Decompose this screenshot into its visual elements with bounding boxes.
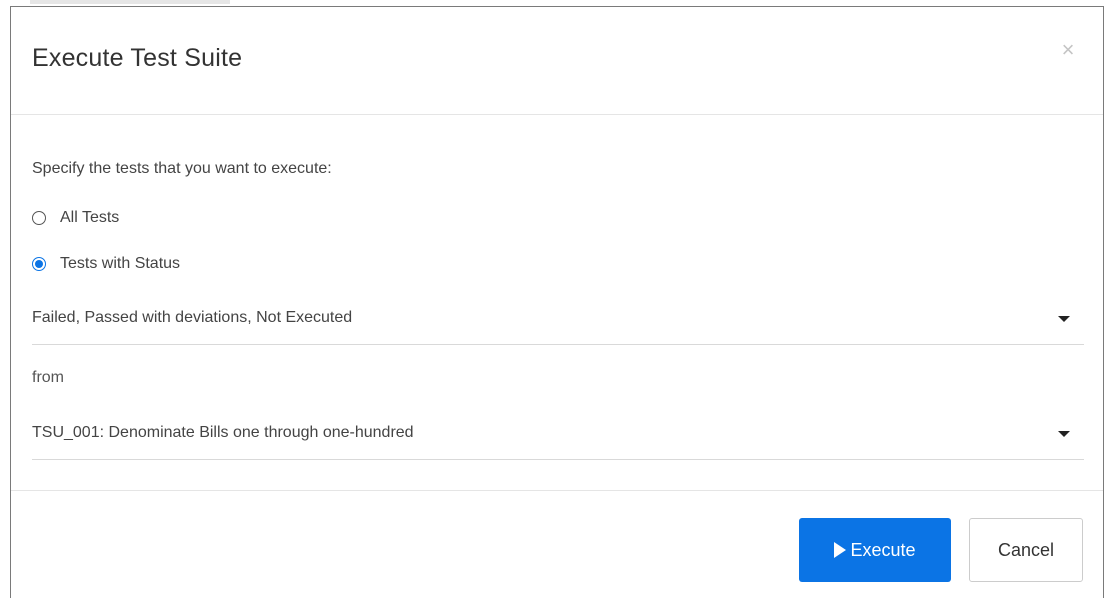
radio-tests-with-status[interactable]: Tests with Status xyxy=(32,254,180,274)
dialog-title: Execute Test Suite xyxy=(32,44,243,72)
background-tab-edge xyxy=(30,0,230,4)
execute-test-suite-dialog: Execute Test Suite × Specify the tests t… xyxy=(10,6,1104,598)
dialog-footer: Execute Cancel xyxy=(11,491,1103,598)
radio-tests-with-status-circle[interactable] xyxy=(32,257,46,271)
dialog-header: Execute Test Suite × xyxy=(11,7,1103,115)
caret-down-icon[interactable] xyxy=(1058,316,1070,322)
dialog-body: Specify the tests that you want to execu… xyxy=(11,115,1103,491)
radio-tests-with-status-label[interactable]: Tests with Status xyxy=(60,255,180,273)
status-select[interactable]: Failed, Passed with deviations, Not Exec… xyxy=(32,293,1084,345)
from-label: from xyxy=(32,369,64,386)
radio-all-tests[interactable]: All Tests xyxy=(32,208,119,228)
test-suite-select-value[interactable]: TSU_001: Denominate Bills one through on… xyxy=(32,424,414,442)
play-icon xyxy=(834,542,847,558)
test-suite-select[interactable]: TSU_001: Denominate Bills one through on… xyxy=(32,408,1084,460)
page: Execute Test Suite × Specify the tests t… xyxy=(0,0,1107,598)
radio-all-tests-circle[interactable] xyxy=(32,211,46,225)
cancel-button-label: Cancel xyxy=(997,539,1055,560)
caret-down-icon[interactable] xyxy=(1058,431,1070,437)
radio-all-tests-label[interactable]: All Tests xyxy=(60,209,119,227)
execute-button-label: Execute xyxy=(850,539,916,560)
tests-prompt: Specify the tests that you want to execu… xyxy=(32,160,332,177)
cancel-button[interactable]: Cancel xyxy=(969,518,1083,582)
execute-button[interactable]: Execute xyxy=(799,518,951,582)
close-icon[interactable]: × xyxy=(1057,39,1079,61)
status-select-value[interactable]: Failed, Passed with deviations, Not Exec… xyxy=(32,309,352,327)
